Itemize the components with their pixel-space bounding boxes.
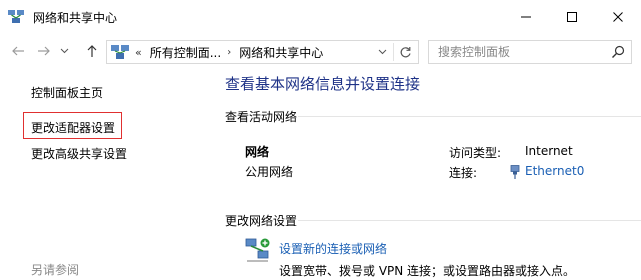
page-title: 查看基本网络信息并设置连接 [225, 75, 421, 93]
network-type: 公用网络 [245, 165, 294, 179]
up-button[interactable] [82, 40, 102, 62]
control-panel-home-link[interactable]: 控制面板主页 [31, 84, 103, 101]
maximize-icon [567, 12, 577, 22]
ethernet-icon [510, 165, 520, 179]
active-networks-heading: 查看活动网络 [225, 110, 298, 124]
arrow-up-icon [87, 45, 97, 57]
address-bar[interactable]: « 所有控制面... › 网络和共享中心 [106, 40, 419, 64]
window-title: 网络和共享中心 [33, 11, 118, 25]
setup-new-connection-link[interactable]: 设置新的连接或网络 [279, 240, 387, 257]
control-panel-icon [111, 45, 129, 59]
close-icon [613, 12, 623, 22]
chevron-down-icon [60, 48, 68, 54]
breadcrumb-separator[interactable]: › [227, 47, 231, 58]
left-pane: 控制面板主页 更改适配器设置 更改高级共享设置 另请参阅 [0, 68, 216, 280]
chevron-down-icon [378, 49, 386, 55]
forward-button[interactable] [34, 40, 54, 62]
change-advanced-sharing-link[interactable]: 更改高级共享设置 [31, 145, 127, 162]
minimize-button[interactable] [503, 0, 549, 34]
connections-label: 连接: [449, 166, 478, 180]
new-connection-icon [245, 238, 270, 262]
network-name: 网络 [245, 145, 270, 159]
maximize-button[interactable] [549, 0, 595, 34]
refresh-button[interactable] [395, 41, 415, 63]
see-also-heading: 另请参阅 [31, 263, 80, 277]
arrow-left-icon [12, 46, 24, 56]
minimize-icon [521, 16, 531, 18]
navigation-bar: « 所有控制面... › 网络和共享中心 [0, 34, 641, 68]
section-divider [298, 116, 641, 117]
refresh-icon [400, 46, 411, 57]
network-center-icon [8, 10, 24, 23]
breadcrumb-network-center[interactable]: 网络和共享中心 [239, 44, 323, 61]
access-type-value: Internet [525, 144, 573, 158]
ethernet-connection-link[interactable]: Ethernet0 [525, 164, 584, 178]
recent-locations-button[interactable] [58, 40, 70, 62]
address-divider [393, 43, 394, 61]
change-settings-heading: 更改网络设置 [225, 214, 298, 228]
access-type-label: 访问类型: [449, 146, 502, 160]
close-button[interactable] [595, 0, 641, 34]
title-bar: 网络和共享中心 [0, 0, 641, 34]
setup-new-connection-description: 设置宽带、拨号或 VPN 连接；或设置路由器或接入点。 [279, 264, 576, 278]
back-button[interactable] [8, 40, 28, 62]
main-pane: 查看基本网络信息并设置连接 查看活动网络 网络 公用网络 访问类型: Inter… [216, 68, 641, 280]
address-history-button[interactable] [374, 41, 390, 63]
search-box[interactable] [428, 40, 632, 64]
search-input[interactable] [429, 41, 609, 63]
search-icon[interactable] [611, 45, 625, 59]
arrow-right-icon [38, 46, 50, 56]
section-divider [298, 220, 641, 221]
change-adapter-settings-link[interactable]: 更改适配器设置 [31, 119, 115, 136]
breadcrumb-overflow[interactable]: « [135, 46, 142, 59]
breadcrumb-all-control-panel[interactable]: 所有控制面... [150, 44, 221, 61]
